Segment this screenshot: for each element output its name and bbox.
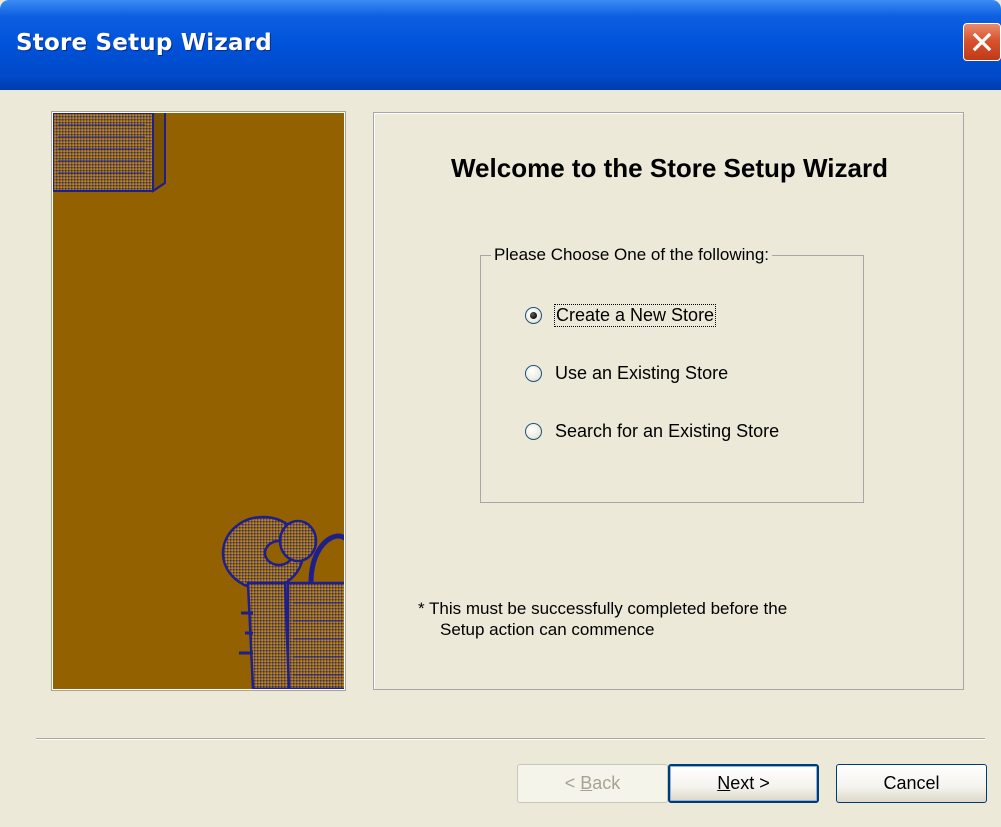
next-rest: ext > — [730, 773, 770, 793]
option-label[interactable]: Search for an Existing Store — [555, 421, 779, 442]
wizard-side-image — [51, 107, 354, 691]
back-rest: ack — [592, 773, 621, 793]
store-option-group: Please Choose One of the following: Crea… — [480, 245, 864, 503]
button-separator — [36, 738, 985, 740]
group-label: Please Choose One of the following: — [491, 245, 773, 265]
note-line-1: * This must be successfully completed be… — [418, 599, 788, 618]
window-title: Store Setup Wizard — [16, 30, 272, 56]
keys-shape — [221, 515, 354, 691]
radio-button[interactable] — [525, 364, 542, 382]
close-button[interactable] — [963, 23, 1001, 61]
back-prefix: < — [564, 773, 581, 793]
cancel-button[interactable]: Cancel — [836, 764, 987, 803]
option-create-new-store[interactable]: Create a New Store — [525, 300, 717, 330]
note-line-2: Setup action can commence — [440, 620, 655, 639]
welcome-heading: Welcome to the Store Setup Wizard — [450, 153, 888, 183]
next-accel: N — [717, 773, 731, 793]
close-icon — [972, 32, 992, 52]
box-shape — [52, 107, 166, 193]
back-button[interactable]: < Back — [517, 764, 668, 803]
back-accel: B — [580, 773, 593, 793]
option-use-existing-store[interactable]: Use an Existing Store — [525, 358, 728, 388]
option-label[interactable]: Use an Existing Store — [555, 363, 728, 384]
title-bar[interactable]: Store Setup Wizard — [0, 0, 1001, 90]
content-panel: Welcome to the Store Setup Wizard Please… — [373, 112, 964, 690]
radio-button-checked[interactable] — [525, 306, 542, 324]
radio-button[interactable] — [525, 422, 542, 440]
completion-note: * This must be successfully completed be… — [418, 598, 938, 640]
next-button[interactable]: Next > — [668, 764, 819, 803]
option-search-existing-store[interactable]: Search for an Existing Store — [525, 416, 779, 446]
cancel-label: Cancel — [883, 773, 940, 793]
option-label[interactable]: Create a New Store — [553, 303, 717, 327]
keys-lock-illustration — [52, 107, 354, 691]
